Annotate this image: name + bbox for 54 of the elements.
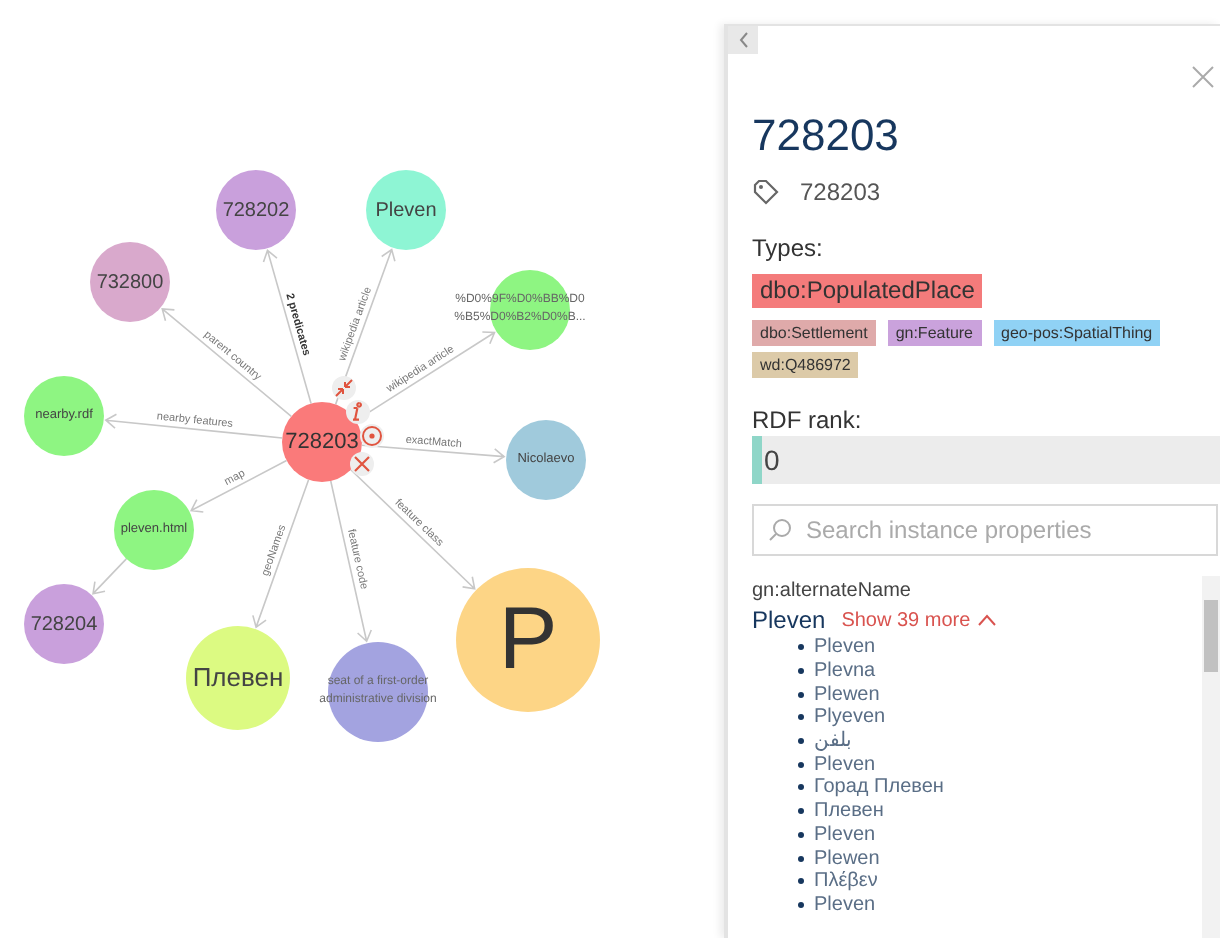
close-icon [1191, 65, 1213, 87]
value-item: Pleven [814, 636, 876, 659]
types-heading: Types: [752, 232, 823, 266]
bullet-icon [798, 644, 804, 651]
bullet-icon [798, 668, 804, 675]
graph-node[interactable]: 728202 [216, 170, 296, 250]
bullet-icon [798, 784, 804, 791]
property-name: gn:alternateName [752, 578, 911, 606]
value-item: Plewen [814, 847, 880, 870]
value-item: Plyeven [814, 706, 886, 729]
value-item: بلفن [814, 730, 852, 753]
type-tag: geo-pos:SpatialThing [993, 320, 1161, 346]
graph-node[interactable]: 728203 [282, 402, 362, 482]
bullet-icon [798, 738, 804, 745]
bullet-icon [798, 691, 804, 698]
property-value: Pleven [752, 604, 826, 637]
rank-heading: RDF rank: [752, 406, 862, 434]
panel-title: 728203 [752, 110, 899, 162]
scrollbar[interactable] [1202, 576, 1220, 938]
chevron-left-icon [737, 32, 749, 48]
search-icon [768, 518, 792, 542]
value-item: Plewen [814, 683, 880, 706]
search-field[interactable]: Search instance properties [752, 504, 1218, 556]
graph-node[interactable]: Pleven [366, 170, 446, 250]
chevron-up-icon [978, 614, 997, 626]
edge-arrow [92, 558, 128, 595]
bullet-icon [798, 761, 804, 768]
rank-value: 0 [762, 441, 780, 479]
value-item: Pleven [814, 823, 876, 846]
graph-node[interactable]: 732800 [90, 242, 170, 322]
bullet-icon [798, 714, 804, 721]
value-item: Pleven [814, 893, 876, 916]
close-button[interactable] [1190, 64, 1214, 88]
graph-node[interactable]: P [456, 568, 600, 712]
value-item: Плевен [814, 800, 884, 823]
value-item: Πλέβεν [814, 870, 878, 893]
tag-icon [752, 178, 780, 206]
type-tag: gn:Feature [887, 320, 982, 346]
value-item: Plevna [814, 660, 876, 683]
bullet-icon [798, 831, 804, 838]
label-text: 728203 [800, 176, 881, 210]
bullet-icon [798, 855, 804, 862]
value-item: Pleven [814, 753, 876, 776]
collapse-panel-button[interactable] [728, 26, 758, 54]
bullet-icon [798, 901, 804, 908]
type-tag: dbo:PopulatedPlace [752, 266, 1212, 314]
type-tag: wd:Q486972 [752, 352, 859, 378]
value-item: Горад Плевен [814, 776, 944, 799]
bullet-icon [798, 808, 804, 815]
bullet-icon [798, 878, 804, 885]
graph-node[interactable]: 728204 [24, 584, 104, 664]
type-tag: dbo:Settlement [752, 320, 876, 346]
graph-node[interactable]: Плевен [186, 626, 290, 730]
show-more-link[interactable]: Show 39 more [841, 605, 997, 635]
